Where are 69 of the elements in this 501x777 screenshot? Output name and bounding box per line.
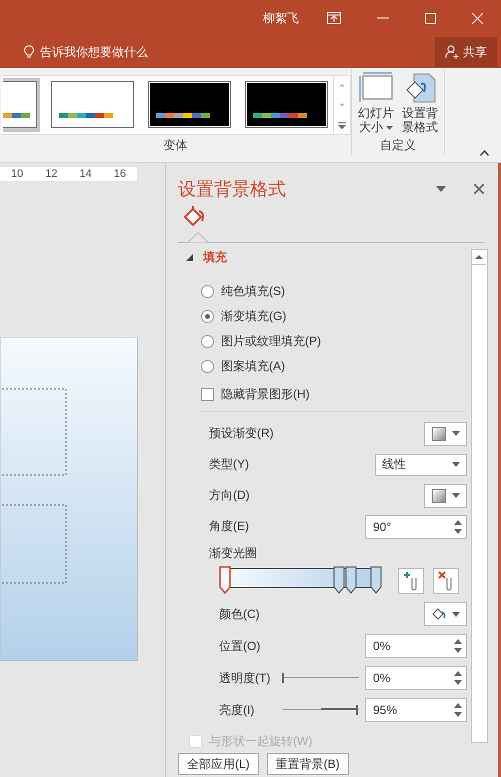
- caret-icon: [452, 612, 460, 616]
- gradient-stop-handle[interactable]: [219, 566, 231, 594]
- dropdown-icon[interactable]: [436, 186, 446, 192]
- spin-arrows-icon[interactable]: [454, 638, 462, 654]
- gradient-swatch-icon: [432, 426, 446, 440]
- paperclip-plus-icon: [403, 571, 419, 591]
- paint-bucket-icon[interactable]: [183, 205, 207, 229]
- spin-arrows-icon[interactable]: [454, 518, 462, 534]
- ruler: 10 12 14 16: [0, 167, 137, 181]
- spin-arrows-icon[interactable]: [454, 670, 462, 686]
- type-dropdown[interactable]: 线性: [375, 454, 467, 476]
- group-label: 变体: [164, 137, 188, 154]
- setting-label: 方向(D): [209, 487, 250, 504]
- gradient-stop-handle[interactable]: [370, 566, 382, 594]
- add-stop-button[interactable]: [398, 568, 424, 594]
- maximize-icon[interactable]: [425, 12, 436, 24]
- scrollbar[interactable]: [471, 249, 488, 743]
- checkbox-option[interactable]: 隐藏背景图形(H): [178, 379, 471, 409]
- ribbon-button[interactable]: 幻灯片大小: [357, 72, 395, 135]
- setting-label: 渐变光圈: [209, 544, 257, 562]
- setting-label: 类型(Y): [209, 456, 249, 473]
- caret-icon: [452, 493, 460, 498]
- paperclip-cross-icon: [438, 571, 454, 591]
- spinner-field[interactable]: 0%: [365, 634, 467, 658]
- spin-arrows-icon[interactable]: [454, 702, 462, 718]
- gradient-swatch-icon: [432, 488, 446, 502]
- radio-option[interactable]: 纯色填充(S): [178, 279, 471, 304]
- group-label: 自定义: [380, 137, 416, 154]
- gradient-stop-handle[interactable]: [345, 566, 358, 594]
- pane-title: 设置背景格式: [178, 178, 287, 201]
- spinner-field[interactable]: 90°: [365, 514, 467, 538]
- caret-icon: [452, 462, 460, 467]
- setting-label: 颜色(C): [219, 606, 260, 622]
- setting-label: 透明度(T): [219, 670, 270, 686]
- lightbulb-icon: [24, 45, 34, 59]
- color-dropdown[interactable]: [424, 602, 467, 626]
- caret-icon: [386, 126, 393, 130]
- slide-size-icon: [359, 72, 393, 104]
- spinner-field[interactable]: 95%: [365, 698, 467, 722]
- variant-thumbnail[interactable]: [2, 78, 40, 132]
- radio-option[interactable]: 图片或纹理填充(P): [178, 329, 471, 354]
- setting-label: 角度(E): [209, 518, 249, 535]
- remove-stop-button[interactable]: [433, 568, 459, 594]
- gradient-dropdown[interactable]: [424, 422, 467, 446]
- ribbon-button[interactable]: 设置背景格式: [401, 72, 439, 135]
- radio-option[interactable]: 渐变填充(G): [178, 304, 471, 329]
- minimize-icon[interactable]: [377, 17, 389, 19]
- pane-button[interactable]: 重置背景(B): [266, 753, 349, 775]
- tell-me-field[interactable]: 告诉我你想要做什么: [24, 45, 190, 59]
- user-name[interactable]: 柳絮飞: [263, 10, 299, 26]
- paint-bucket-page-icon: [404, 72, 436, 104]
- ribbon-display-icon[interactable]: [327, 12, 341, 24]
- pane-button[interactable]: 全部应用(L): [178, 753, 259, 775]
- section-header[interactable]: 填充: [178, 249, 471, 265]
- spinner-field[interactable]: 0%: [365, 666, 467, 690]
- slider[interactable]: [283, 673, 359, 683]
- setting-label: 位置(O): [219, 638, 260, 654]
- gradient-stop-handle[interactable]: [332, 566, 345, 594]
- slider[interactable]: [283, 705, 359, 715]
- share-button[interactable]: 共享: [435, 37, 497, 67]
- setting-label: 预设渐变(R): [209, 425, 274, 442]
- caret-icon: [452, 431, 460, 436]
- person-add-icon: [445, 45, 459, 59]
- radio-option[interactable]: 图案填充(A): [178, 354, 471, 379]
- gradient-dropdown[interactable]: [424, 484, 467, 508]
- paint-bucket-icon: [432, 607, 446, 621]
- collapse-ribbon-icon[interactable]: [480, 150, 489, 156]
- close-icon[interactable]: [474, 184, 484, 194]
- setting-label: 亮度(I): [219, 702, 254, 718]
